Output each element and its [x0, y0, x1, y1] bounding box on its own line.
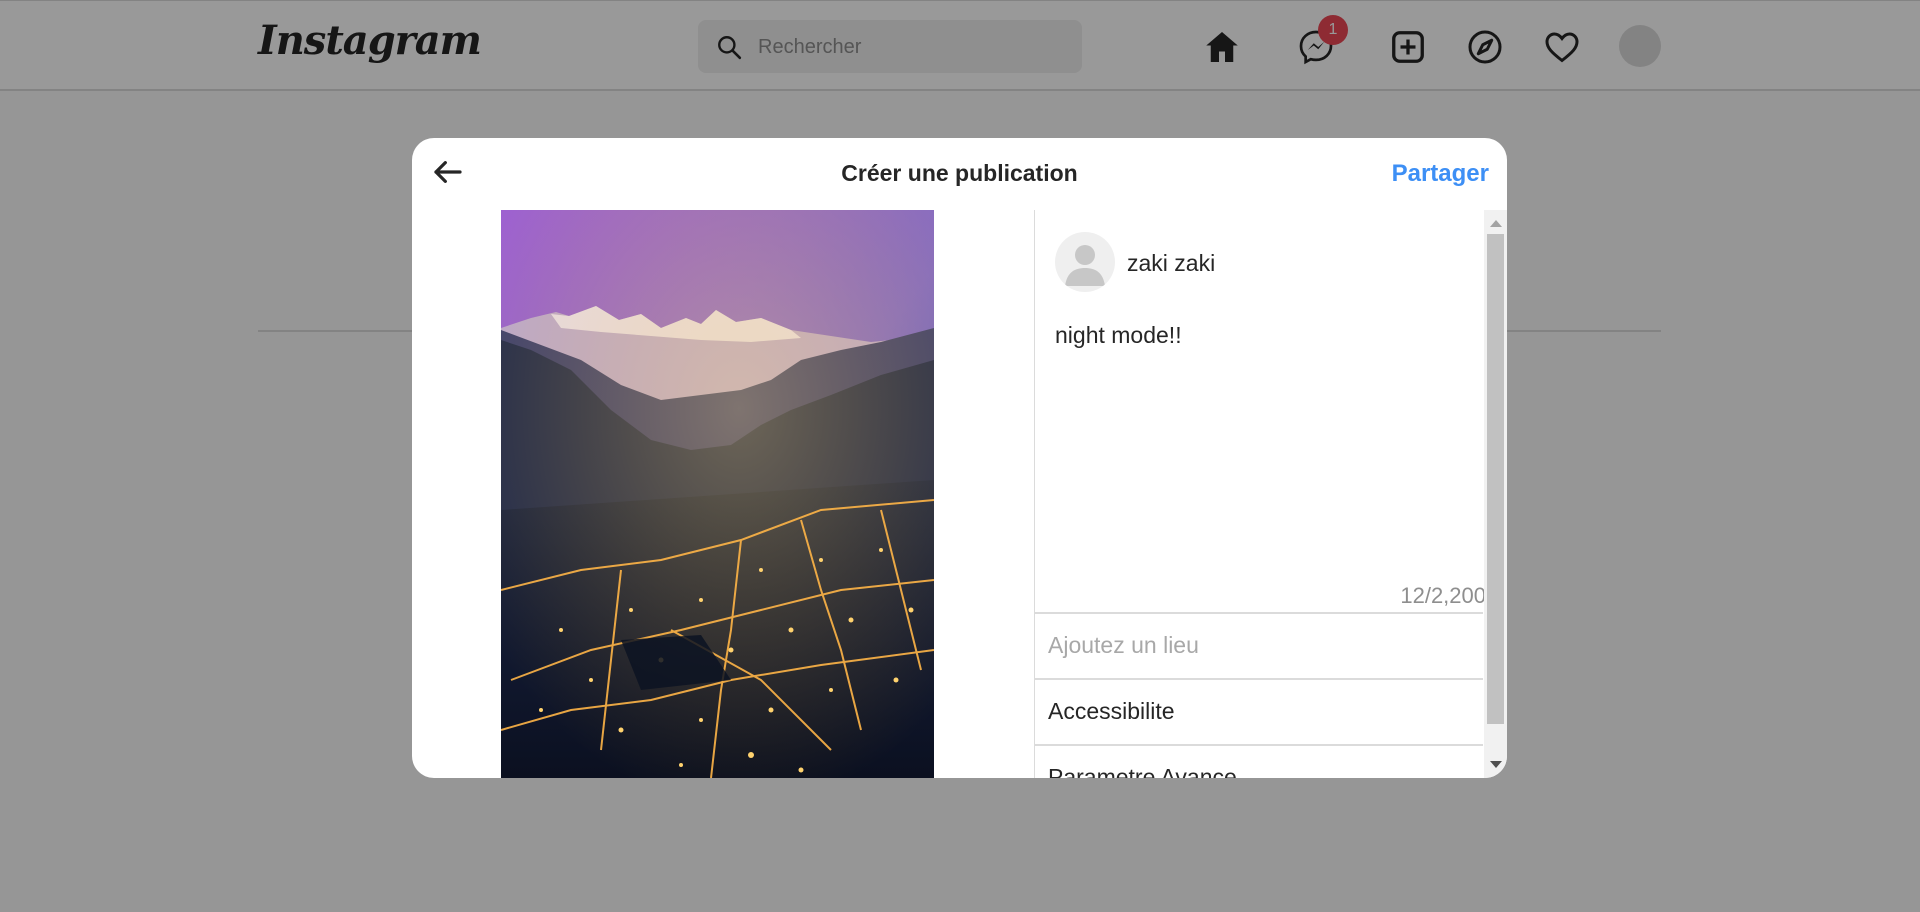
accessibility-section[interactable]: Accessibilite: [1035, 678, 1483, 744]
scroll-down-arrow-icon[interactable]: [1490, 761, 1502, 768]
caption-input[interactable]: [1055, 322, 1475, 572]
location-placeholder: Ajoutez un lieu: [1048, 632, 1199, 658]
scrollbar-thumb[interactable]: [1487, 234, 1504, 724]
user-avatar: [1055, 232, 1115, 292]
panel-scrollbar[interactable]: [1484, 210, 1507, 778]
modal-title: Créer une publication: [841, 160, 1078, 186]
create-post-modal: Créer une publication Partager zaki zaki…: [412, 138, 1507, 778]
add-location-field[interactable]: Ajoutez un lieu: [1035, 612, 1483, 678]
advanced-settings-section[interactable]: Parametre Avance: [1035, 744, 1483, 778]
character-counter: 12/2,200: [1400, 583, 1486, 608]
username: zaki zaki: [1127, 250, 1216, 276]
scroll-up-arrow-icon[interactable]: [1490, 220, 1502, 227]
post-details-panel: zaki zaki 12/2,200 Ajoutez un lieu Acces…: [1034, 210, 1507, 778]
post-image-preview: [501, 210, 934, 778]
share-button[interactable]: Partager: [1392, 160, 1489, 188]
accessibility-label: Accessibilite: [1048, 698, 1175, 724]
advanced-settings-label: Parametre Avance: [1048, 764, 1237, 778]
